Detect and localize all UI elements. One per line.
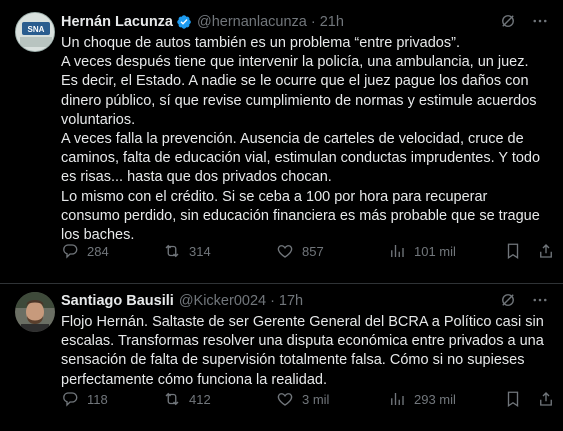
reply-button[interactable]: 284	[61, 242, 109, 260]
like-count: 857	[302, 243, 324, 259]
views-count: 293 mil	[414, 391, 456, 407]
tweet-hernan[interactable]: SNA Hernán Lacunza @hernanlacunza · 21h …	[0, 0, 563, 284]
like-count: 3 mil	[302, 391, 330, 407]
views-button[interactable]: 293 mil	[388, 390, 456, 408]
views-button[interactable]: 101 mil	[388, 242, 456, 260]
retweet-icon	[165, 244, 179, 258]
views-icon	[391, 245, 404, 257]
avatar-santiago[interactable]	[15, 292, 55, 332]
author-name[interactable]: Hernán Lacunza	[61, 14, 173, 30]
separator-dot: ·	[310, 14, 316, 30]
reply-icon	[63, 244, 78, 259]
share-icon	[540, 392, 552, 406]
retweet-count: 412	[189, 391, 211, 407]
share-button[interactable]	[537, 242, 555, 260]
bookmark-button[interactable]	[504, 242, 522, 260]
bookmark-icon	[507, 243, 519, 260]
svg-text:SNA: SNA	[28, 25, 45, 34]
timestamp[interactable]: 17h	[279, 293, 303, 309]
reply-button[interactable]: 118	[61, 390, 108, 408]
more-icon[interactable]	[531, 291, 549, 313]
author-handle[interactable]: @hernanlacunza	[197, 14, 307, 30]
reply-icon	[63, 392, 78, 407]
verified-badge-icon	[176, 14, 192, 30]
retweet-button[interactable]: 412	[163, 390, 211, 408]
timestamp[interactable]: 21h	[320, 14, 344, 30]
more-icon[interactable]	[531, 12, 549, 34]
retweet-button[interactable]: 314	[163, 242, 211, 260]
views-icon	[391, 393, 404, 405]
retweet-count: 314	[189, 243, 211, 259]
like-button[interactable]: 857	[276, 242, 324, 260]
share-icon	[540, 244, 552, 258]
grok-icon[interactable]	[499, 291, 517, 313]
like-button[interactable]: 3 mil	[276, 390, 329, 408]
avatar-hernan[interactable]: SNA	[15, 12, 55, 52]
reply-count: 284	[87, 243, 109, 259]
tweet-santiago[interactable]: Santiago Bausili @Kicker0024 · 17h Flojo…	[0, 284, 563, 431]
like-icon	[277, 245, 293, 258]
reply-count: 118	[87, 391, 108, 407]
bookmark-icon	[507, 391, 519, 408]
bookmark-button[interactable]	[504, 390, 522, 408]
retweet-icon	[165, 392, 179, 406]
author-handle[interactable]: @Kicker0024	[179, 293, 266, 309]
grok-icon[interactable]	[499, 12, 517, 34]
views-count: 101 mil	[414, 243, 456, 259]
like-icon	[277, 393, 293, 406]
separator-dot: ·	[270, 293, 275, 309]
tweet-text: Flojo Hernán. Saltaste de ser Gerente Ge…	[61, 314, 544, 388]
tweet-text: Un choque de autos también es un problem…	[61, 35, 541, 244]
share-button[interactable]	[537, 390, 555, 408]
author-name[interactable]: Santiago Bausili	[61, 293, 174, 309]
